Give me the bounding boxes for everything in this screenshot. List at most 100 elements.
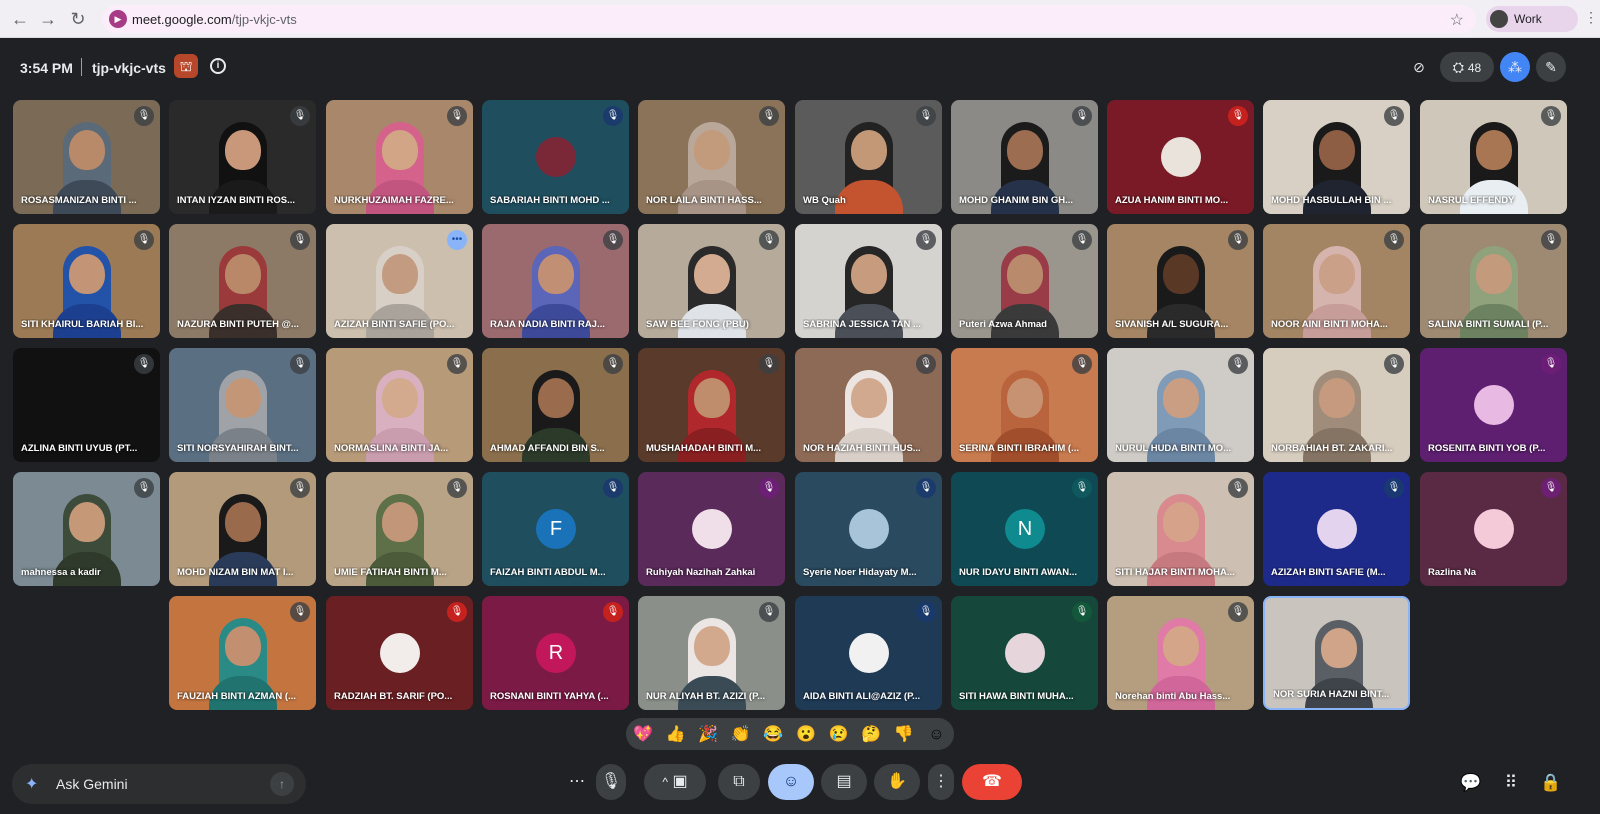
participant-tile[interactable]: 🎙 UMIE FATIHAH BINTI M... <box>326 472 473 586</box>
participant-tile[interactable]: 🎙 Ruhiyah Nazihah Zahkai <box>638 472 785 586</box>
participant-tile[interactable]: 🎙 NURKHUZAIMAH FAZRE... <box>326 100 473 214</box>
participant-tile[interactable]: 🎙 SABARIAH BINTI MOHD ... <box>482 100 629 214</box>
edit-icon[interactable]: ✎ <box>1536 52 1566 82</box>
microphone-button[interactable]: 🎙 <box>596 764 626 800</box>
reaction-emoji[interactable]: 😂 <box>760 724 786 746</box>
participant-tile[interactable]: 🎙 NURUL HUDA BINTI MO... <box>1107 348 1254 462</box>
address-bar[interactable]: ▶ meet.google.com/tjp-vkjc-vts ☆ <box>102 5 1476 33</box>
reaction-emoji[interactable]: 🎉 <box>695 724 721 746</box>
back-icon[interactable]: ← <box>8 7 32 31</box>
companion-icon[interactable]: ⁂ <box>1500 52 1530 82</box>
participant-tile[interactable]: 🎙 mahnessa a kadir <box>13 472 160 586</box>
participant-name: SERINA BINTI IBRAHIM (... <box>959 443 1079 454</box>
reaction-emoji[interactable]: 😮 <box>793 724 819 746</box>
participant-tile[interactable]: 🎙 RAJA NADIA BINTI RAJ... <box>482 224 629 338</box>
profile-button[interactable]: Work <box>1486 6 1578 32</box>
participant-tile[interactable]: 🎙 AZLINA BINTI UYUB (PT... <box>13 348 160 462</box>
participant-tile[interactable]: 🎙 NOOR AINI BINTI MOHA... <box>1263 224 1410 338</box>
present-screen-button[interactable]: ⧉ <box>718 764 760 800</box>
meeting-info-icon[interactable]: i <box>210 58 226 74</box>
hang-up-icon: ☎ <box>982 773 1002 790</box>
reaction-emoji[interactable]: 💖 <box>630 724 656 746</box>
participant-tile[interactable]: 🎙 Razlina Na <box>1420 472 1567 586</box>
host-controls-icon[interactable]: ⛫ <box>174 54 198 78</box>
participant-tile[interactable]: 🎙 NASRUL EFFENDY <box>1420 100 1567 214</box>
browser-menu-icon[interactable]: ⋮ <box>1584 9 1598 26</box>
reload-icon[interactable]: ↻ <box>66 7 90 31</box>
participant-tile[interactable]: 🎙 ROSENITA BINTI YOB (P... <box>1420 348 1567 462</box>
participant-tile[interactable]: 🎙 MUSHAHADAH BINTI M... <box>638 348 785 462</box>
participant-tile[interactable]: 🎙 SERINA BINTI IBRAHIM (... <box>951 348 1098 462</box>
chat-icon[interactable]: 💬 <box>1458 770 1484 796</box>
mic-muted-icon: 🎙 <box>447 354 467 374</box>
participant-tile[interactable]: 🎙 ROSASMANIZAN BINTI ... <box>13 100 160 214</box>
participant-tile[interactable]: N 🎙 NUR IDAYU BINTI AWAN... <box>951 472 1098 586</box>
more-options-button[interactable]: ⋮ <box>928 764 954 800</box>
participant-tile[interactable]: 🎙 AHMAD AFFANDI BIN S... <box>482 348 629 462</box>
participant-tile[interactable]: 🎙 Syerie Noer Hidayaty M... <box>795 472 942 586</box>
host-lock-icon[interactable]: 🔒 <box>1538 770 1564 796</box>
participant-tile[interactable]: 🎙 AIDA BINTI ALI@AZIZ (P... <box>795 596 942 710</box>
reactions-button[interactable]: ☺ <box>768 764 814 800</box>
participant-tile[interactable]: 🎙 SALINA BINTI SUMALI (P... <box>1420 224 1567 338</box>
more-dots-icon[interactable]: ⋯ <box>563 764 591 800</box>
participant-tile[interactable]: 🎙 NUR ALIYAH BT. AZIZI (P... <box>638 596 785 710</box>
participant-name: FAUZIAH BINTI AZMAN (... <box>177 691 296 702</box>
participant-name: ROSASMANIZAN BINTI ... <box>21 195 137 206</box>
participant-tile[interactable]: 🎙 RADZIAH BT. SARIF (PO... <box>326 596 473 710</box>
reaction-emoji[interactable]: 🤔 <box>858 724 884 746</box>
site-info-icon[interactable]: ▶ <box>109 10 127 28</box>
mic-muted-icon: 🎙 <box>1072 106 1092 126</box>
participant-name: ROSNANI BINTI YAHYA (... <box>490 691 609 702</box>
participant-name: NOR LAILA BINTI HASS... <box>646 195 762 206</box>
participant-tile[interactable]: 🎙 SABRINA JESSICA TAN ... <box>795 224 942 338</box>
participant-name: NAZURA BINTI PUTEH @... <box>177 319 299 330</box>
reaction-emoji[interactable]: 👎 <box>891 724 917 746</box>
activities-icon[interactable]: ⠿ <box>1498 770 1524 796</box>
participant-tile[interactable]: 🎙 NORBAHIAH BT. ZAKARI... <box>1263 348 1410 462</box>
participant-name: NORMASLINA BINTI JA... <box>334 443 449 454</box>
participant-tile[interactable]: 🎙 MOHD HASBULLAH BIN ... <box>1263 100 1410 214</box>
participant-tile[interactable]: 🎙 MOHD NIZAM BIN MAT I... <box>169 472 316 586</box>
meeting-time: 3:54 PM <box>20 60 73 76</box>
raise-hand-button[interactable]: ✋ <box>874 764 920 800</box>
participant-tile[interactable]: 🎙 AZIZAH BINTI SAFIE (M... <box>1263 472 1410 586</box>
leave-call-button[interactable]: ☎ <box>962 764 1022 800</box>
participant-tile[interactable]: 🎙 INTAN IYZAN BINTI ROS... <box>169 100 316 214</box>
participant-tile[interactable]: ••• AZIZAH BINTI SAFIE (PO... <box>326 224 473 338</box>
participant-tile[interactable]: 🎙 SITI KHAIRUL BARIAH BI... <box>13 224 160 338</box>
participant-tile[interactable]: 🎙 NORMASLINA BINTI JA... <box>326 348 473 462</box>
more-options-icon[interactable]: ••• <box>447 230 467 250</box>
participant-tile[interactable]: 🎙 SIVANISH A/L SUGURA... <box>1107 224 1254 338</box>
participant-tile[interactable]: 🎙 SITI NORSYAHIRAH BINT... <box>169 348 316 462</box>
reaction-emoji[interactable]: ☺ <box>923 724 949 746</box>
participant-tile[interactable]: F 🎙 FAIZAH BINTI ABDUL M... <box>482 472 629 586</box>
participant-tile[interactable]: 🎙 FAUZIAH BINTI AZMAN (... <box>169 596 316 710</box>
participant-tile[interactable]: R 🎙 ROSNANI BINTI YAHYA (... <box>482 596 629 710</box>
reaction-emoji[interactable]: 😢 <box>826 724 852 746</box>
participant-tile[interactable]: 🎙 SITI HAJAR BINTI MOHA... <box>1107 472 1254 586</box>
forward-icon[interactable]: → <box>36 7 60 31</box>
camera-button[interactable]: ^ ▣ <box>644 764 706 800</box>
captions-off-icon[interactable]: ⊘ <box>1404 52 1434 82</box>
participant-tile[interactable]: 🎙 NOR LAILA BINTI HASS... <box>638 100 785 214</box>
participant-tile[interactable]: 🎙 NOR HAZIAH BINTI HUS... <box>795 348 942 462</box>
reaction-emoji[interactable]: 👏 <box>728 724 754 746</box>
participant-tile[interactable]: 🎙 AZUA HANIM BINTI MO... <box>1107 100 1254 214</box>
ask-gemini-box[interactable]: ✦ Ask Gemini ↑ <box>12 764 306 804</box>
url-text[interactable]: meet.google.com/tjp-vkjc-vts <box>132 12 297 27</box>
participant-tile[interactable]: 🎙 SITI HAWA BINTI MUHA... <box>951 596 1098 710</box>
participant-tile[interactable]: 🎙 WB Quah <box>795 100 942 214</box>
captions-button[interactable]: ▤ <box>821 764 867 800</box>
bookmark-star-icon[interactable]: ☆ <box>1450 10 1464 30</box>
participant-tile[interactable]: 🎙 Norehan binti Abu Hass... <box>1107 596 1254 710</box>
participant-tile[interactable]: 🎙 Puteri Azwa Ahmad <box>951 224 1098 338</box>
reaction-emoji[interactable]: 👍 <box>663 724 689 746</box>
participant-avatar <box>1161 137 1201 177</box>
participant-tile[interactable]: 🎙 MOHD GHANIM BIN GH... <box>951 100 1098 214</box>
participant-tile[interactable]: 🎙 SAW BEE FONG (PBU) <box>638 224 785 338</box>
people-button[interactable]: ⛭ 48 <box>1440 52 1494 82</box>
participant-tile[interactable]: 🎙 NAZURA BINTI PUTEH @... <box>169 224 316 338</box>
send-arrow-icon[interactable]: ↑ <box>270 772 294 796</box>
participant-tile[interactable]: NOR SURIA HAZNI BINT... <box>1263 596 1410 710</box>
